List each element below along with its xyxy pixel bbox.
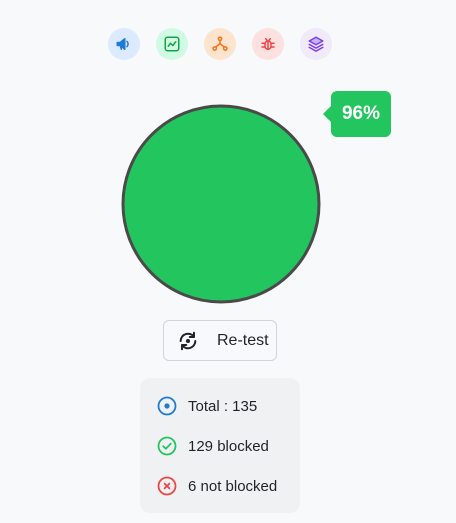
stat-not-blocked-label: 6 not blocked (188, 477, 278, 495)
layers-icon (308, 36, 324, 52)
stat-total: Total : 135 (157, 396, 300, 416)
percent-label: 96% (341, 103, 381, 124)
stats-card: Total : 135 129 blocked 6 not blocked (140, 378, 300, 513)
network-icon-button[interactable] (204, 28, 236, 60)
check-circle-icon (157, 436, 177, 456)
refresh-icon (177, 330, 199, 352)
megaphone-icon (116, 38, 129, 50)
percent-badge: 96% (323, 91, 391, 137)
layers-icon-button[interactable] (300, 28, 332, 60)
stat-total-label: Total : 135 (188, 397, 258, 415)
bug-icon (261, 38, 275, 50)
page: 96% Re-test Total : 135 129 blocked 6 no… (0, 0, 456, 523)
stat-blocked: 129 blocked (157, 436, 300, 456)
target-icon (157, 396, 177, 416)
stat-not-blocked: 6 not blocked (157, 476, 300, 496)
icon-toolbar (108, 28, 332, 60)
retest-label: Re-test (217, 331, 269, 349)
x-circle-icon (157, 476, 177, 496)
retest-button[interactable]: Re-test (163, 320, 277, 361)
chart-line-icon (164, 36, 180, 52)
result-pie-circle (121, 104, 321, 304)
stat-blocked-label: 129 blocked (188, 437, 269, 455)
network-icon (212, 36, 228, 51)
megaphone-icon-button[interactable] (108, 28, 140, 60)
chart-line-icon-button[interactable] (156, 28, 188, 60)
bug-icon-button[interactable] (252, 28, 284, 60)
result-pie (121, 104, 321, 304)
